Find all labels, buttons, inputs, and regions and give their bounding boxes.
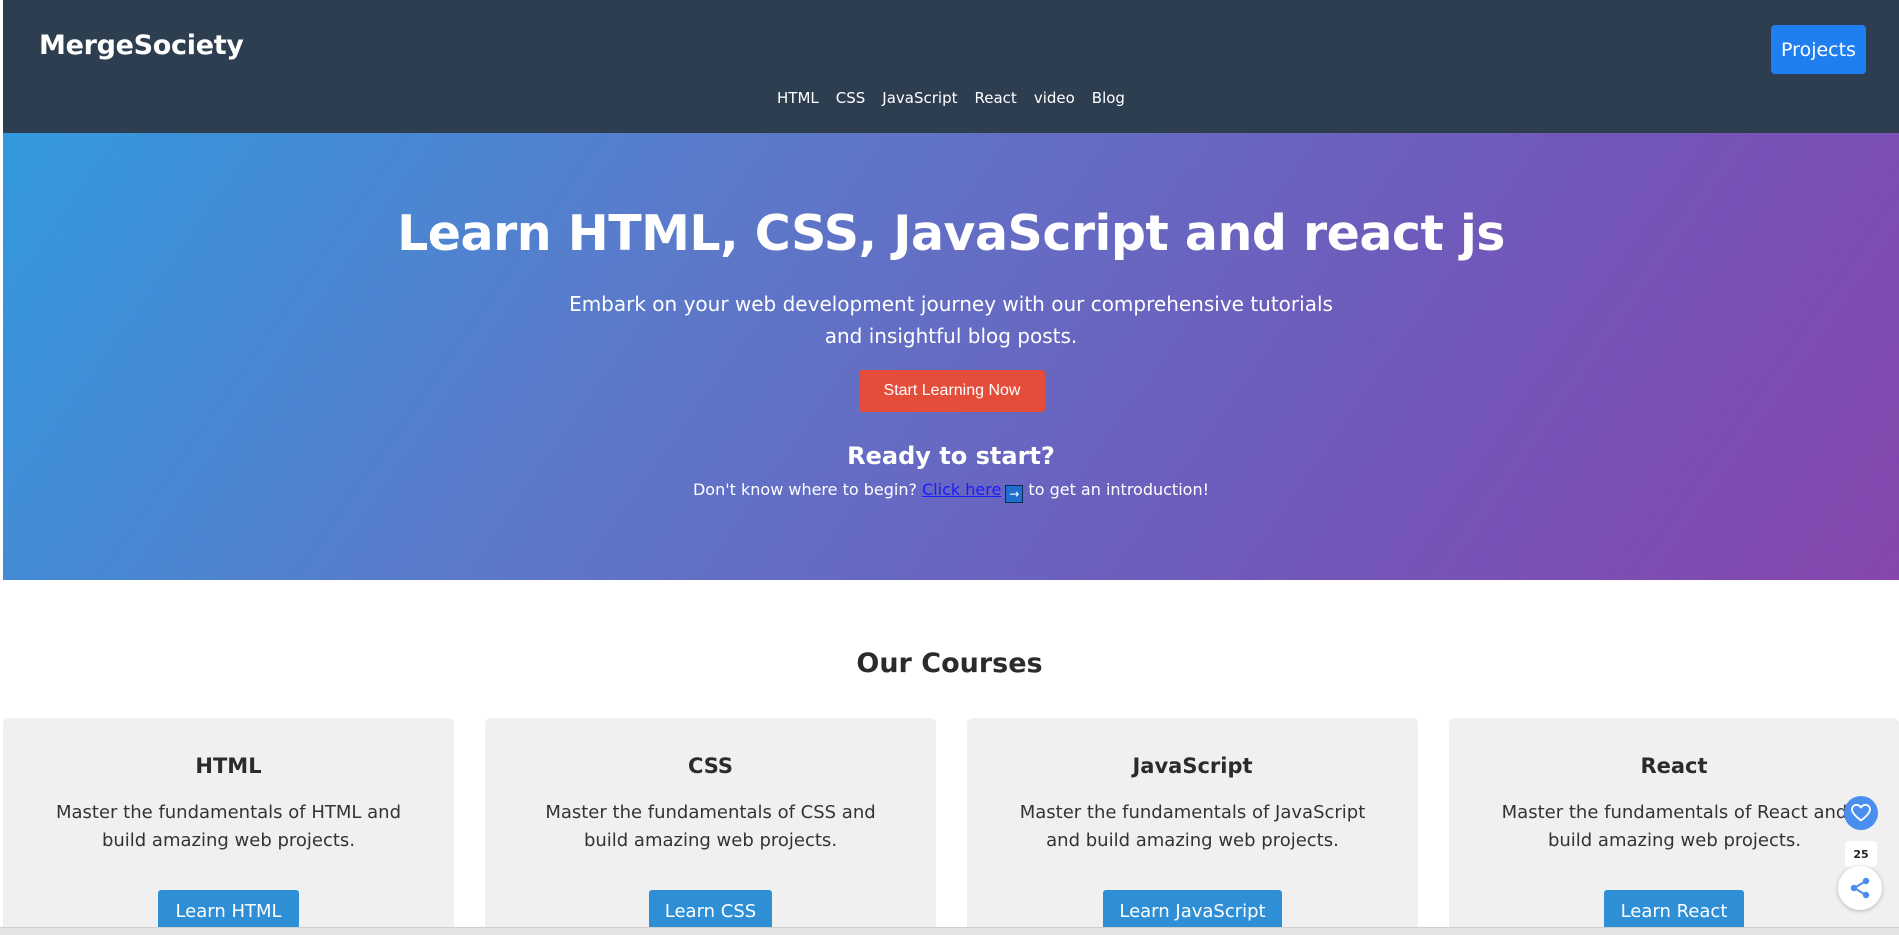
ready-prefix: Don't know where to begin?	[692, 480, 917, 499]
course-description: Master the fundamentals of HTML and buil…	[55, 802, 401, 851]
course-description: Master the fundamentals of JavaScript an…	[1019, 802, 1366, 851]
like-count: 25	[1845, 841, 1877, 867]
nav-link-javascript[interactable]: JavaScript	[882, 89, 957, 107]
intro-link[interactable]: Click here →	[922, 480, 1024, 503]
course-description: Master the fundamentals of React and bui…	[1501, 802, 1848, 851]
learn-react-button[interactable]: Learn React	[1604, 890, 1744, 932]
page: MergeSociety Projects HTML CSS JavaScrip…	[0, 0, 1899, 935]
learn-html-button[interactable]: Learn HTML	[158, 890, 299, 932]
like-button[interactable]	[1844, 796, 1878, 830]
courses-title: Our Courses	[856, 648, 1043, 679]
learn-css-button[interactable]: Learn CSS	[649, 890, 772, 932]
hero-section: Learn HTML, CSS, JavaScript and react js…	[3, 133, 1899, 580]
share-button[interactable]	[1838, 866, 1882, 910]
hero-subtitle: Embark on your web development journey w…	[569, 292, 1333, 348]
main-nav: HTML CSS JavaScript React video Blog	[3, 89, 1899, 107]
course-card-javascript: JavaScript Master the fundamentals of Ja…	[967, 718, 1418, 935]
course-card-css: CSS Master the fundamentals of CSS and b…	[485, 718, 936, 935]
intro-link-label: Click here	[922, 480, 1002, 499]
course-title: JavaScript	[1132, 754, 1253, 778]
course-card-html: HTML Master the fundamentals of HTML and…	[3, 718, 454, 935]
ready-title: Ready to start?	[847, 442, 1055, 470]
horizontal-scrollbar[interactable]	[0, 927, 1899, 935]
hero-title: Learn HTML, CSS, JavaScript and react js	[397, 205, 1505, 262]
course-title: HTML	[195, 754, 262, 778]
course-title: React	[1640, 754, 1708, 778]
share-icon	[1850, 877, 1870, 899]
arrow-right-icon: →	[1005, 485, 1024, 503]
learn-javascript-button[interactable]: Learn JavaScript	[1103, 890, 1282, 932]
nav-link-video[interactable]: video	[1034, 89, 1075, 107]
projects-button[interactable]: Projects	[1771, 25, 1866, 74]
course-title: CSS	[687, 754, 734, 778]
site-logo[interactable]: MergeSociety	[39, 30, 244, 61]
start-learning-button[interactable]: Start Learning Now	[859, 370, 1045, 412]
site-header: MergeSociety Projects HTML CSS JavaScrip…	[3, 0, 1899, 133]
ready-text: Don't know where to begin? Click here → t…	[3, 480, 1899, 503]
course-card-react: React Master the fundamentals of React a…	[1449, 718, 1899, 935]
ready-suffix: to get an introduction!	[1028, 480, 1209, 499]
course-description: Master the fundamentals of CSS and build…	[545, 802, 876, 851]
nav-link-react[interactable]: React	[975, 89, 1017, 107]
nav-link-css[interactable]: CSS	[836, 89, 866, 107]
nav-link-html[interactable]: HTML	[777, 89, 819, 107]
heart-icon	[1851, 804, 1871, 822]
nav-link-blog[interactable]: Blog	[1092, 89, 1125, 107]
